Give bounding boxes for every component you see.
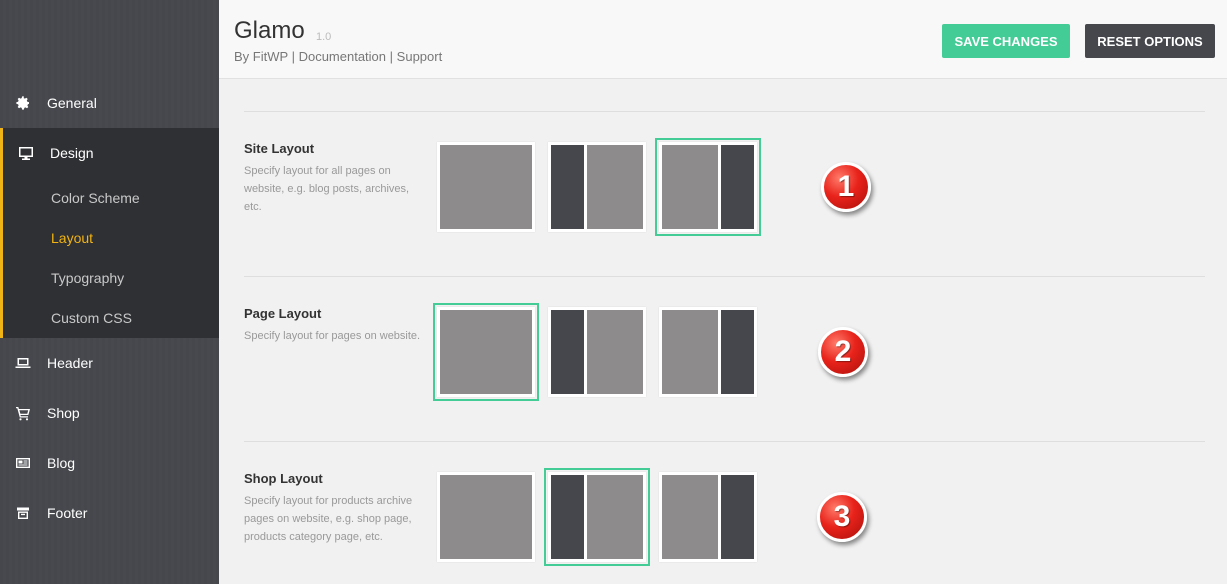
monitor-icon — [17, 144, 35, 162]
by-fitwp-link[interactable]: By FitWP — [234, 49, 288, 64]
page-layout-option-sidebar-content[interactable] — [548, 307, 646, 397]
site-layout-option-no-sidebar[interactable] — [437, 142, 535, 232]
sidebar-item-label: Blog — [47, 455, 76, 471]
shop-layout-option-no-sidebar[interactable] — [437, 472, 535, 562]
page-layout-description: Specify layout for pages on website. — [244, 330, 421, 342]
shop-layout-description: Specify layout for products archive page… — [244, 495, 413, 543]
archive-icon — [14, 504, 32, 522]
shop-layout-option-content-sidebar[interactable] — [659, 472, 757, 562]
sidebar-subitem-custom-css[interactable]: Custom CSS — [51, 310, 132, 326]
sidebar-item-design[interactable]: Design — [3, 128, 219, 178]
site-layout-option-sidebar-content[interactable] — [548, 142, 646, 232]
shop-layout-option-sidebar-content[interactable] — [544, 468, 650, 566]
sidebar-item-label: Shop — [47, 405, 80, 421]
link-separator: | — [389, 49, 394, 64]
documentation-link[interactable]: Documentation — [299, 49, 386, 64]
section-divider — [244, 111, 1205, 112]
app-version: 1.0 — [316, 31, 332, 43]
sidebar-item-blog[interactable]: Blog — [0, 438, 219, 488]
sidebar-item-label: General — [47, 95, 97, 111]
site-layout-option-content-sidebar[interactable] — [655, 138, 761, 236]
reset-options-button[interactable]: RESET OPTIONS — [1085, 24, 1215, 58]
laptop-icon — [14, 354, 32, 372]
section-divider — [244, 276, 1205, 277]
sidebar-item-header[interactable]: Header — [0, 338, 219, 388]
site-layout-description: Specify layout for all pages on website,… — [244, 165, 410, 213]
newspaper-icon — [14, 454, 32, 472]
page-layout-title: Page Layout — [244, 306, 322, 321]
app-links: By FitWP | Documentation | Support — [234, 49, 442, 64]
sidebar-item-label: Design — [50, 145, 94, 161]
sidebar-subitem-typography[interactable]: Typography — [51, 270, 124, 286]
sidebar-subitem-color-scheme[interactable]: Color Scheme — [51, 190, 140, 206]
page-layout-option-content-sidebar[interactable] — [659, 307, 757, 397]
section-divider — [244, 441, 1205, 442]
sidebar-item-general[interactable]: General — [0, 78, 219, 128]
sidebar-group-design: Design Color Scheme Layout Typography Cu… — [0, 128, 219, 338]
sidebar: General Design Color Scheme Layout Typog… — [0, 0, 219, 584]
save-changes-button[interactable]: SAVE CHANGES — [942, 24, 1070, 58]
sidebar-item-label: Footer — [47, 505, 88, 521]
link-separator: | — [291, 49, 295, 64]
step-badge: 2 — [818, 327, 868, 377]
gear-icon — [14, 94, 32, 112]
app-title: Glamo — [234, 17, 305, 44]
page-layout-option-no-sidebar[interactable] — [433, 303, 539, 401]
support-link[interactable]: Support — [397, 49, 443, 64]
sidebar-item-label: Header — [47, 355, 93, 371]
step-badge: 3 — [817, 492, 867, 542]
sidebar-item-shop[interactable]: Shop — [0, 388, 219, 438]
step-badge: 1 — [821, 162, 871, 212]
shop-layout-title: Shop Layout — [244, 471, 323, 486]
cart-icon — [14, 404, 32, 422]
site-layout-title: Site Layout — [244, 141, 315, 156]
sidebar-subitem-layout[interactable]: Layout — [51, 230, 93, 246]
page-header: Glamo 1.0 By FitWP | Documentation | Sup… — [219, 0, 1227, 79]
sidebar-item-footer[interactable]: Footer — [0, 488, 219, 538]
